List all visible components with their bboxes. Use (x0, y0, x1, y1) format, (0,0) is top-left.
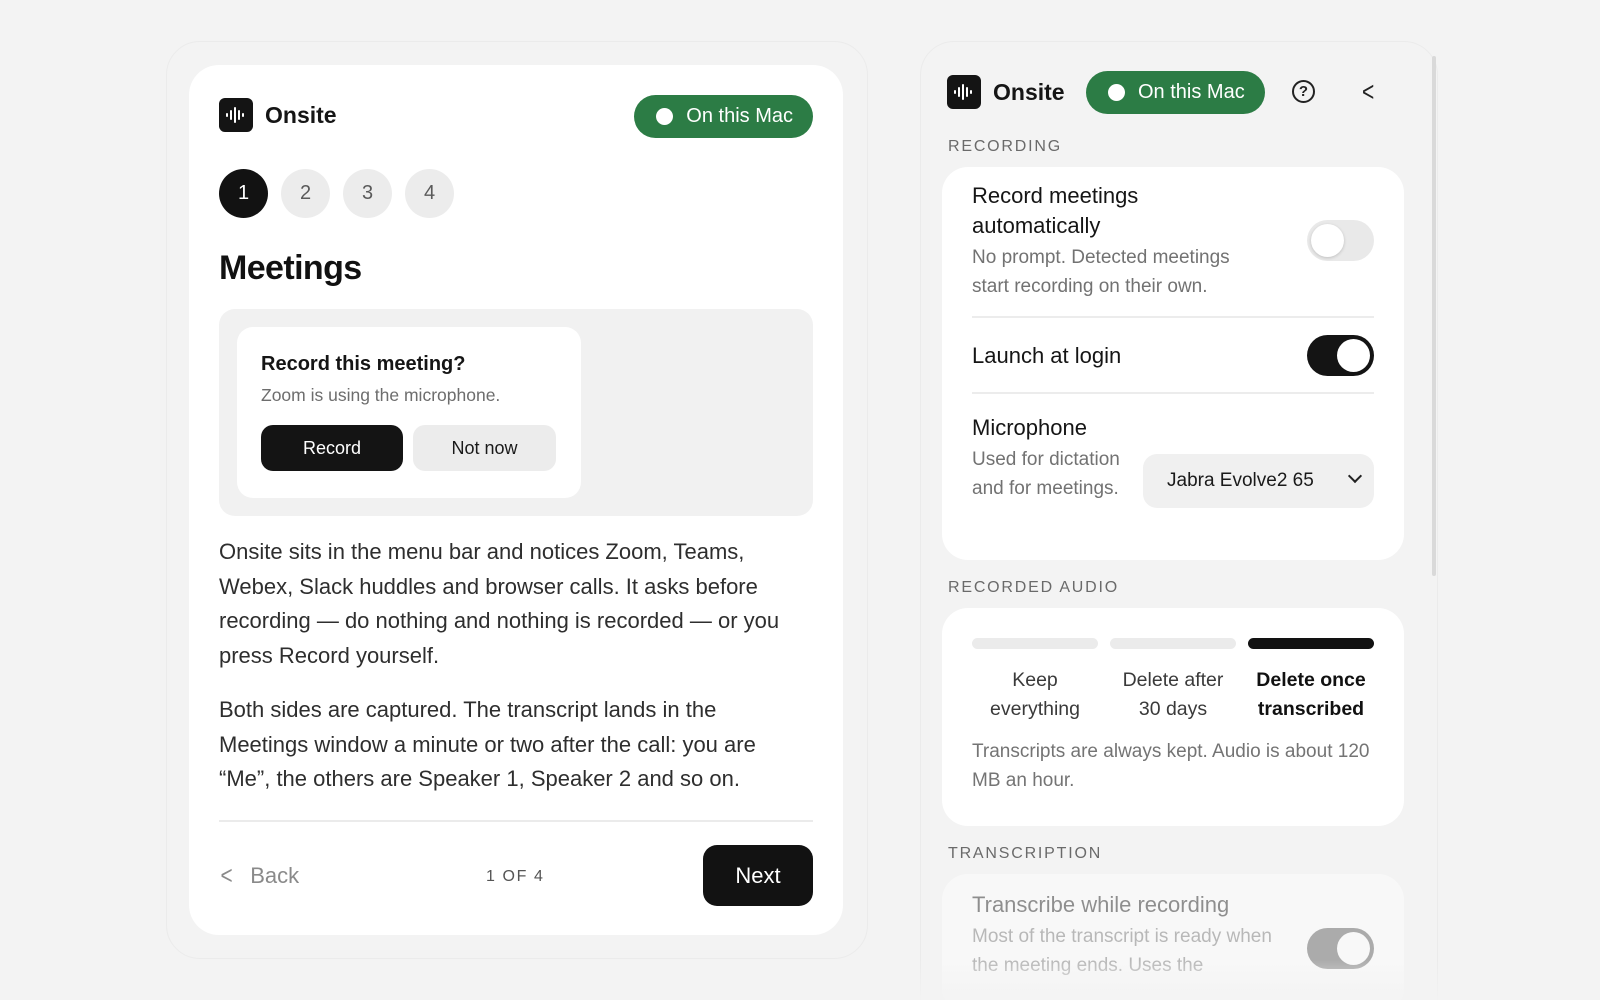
microphone-subtitle: Used for dictation and for meetings. (972, 449, 1120, 499)
launch-at-login-title: Launch at login (972, 343, 1122, 368)
microphone-title: Microphone (972, 415, 1087, 440)
toggle-knob (1337, 339, 1370, 372)
waveform-icon (947, 75, 981, 109)
badge-label: On this Mac (1138, 81, 1245, 103)
auto-record-title: Record meetings automatically (972, 183, 1139, 238)
audio-retention-note: Transcripts are always kept. Audio is ab… (972, 741, 1370, 791)
retention-option-30-days[interactable]: Delete after 30 days (1110, 666, 1236, 724)
settings-header: Onsite (947, 75, 1065, 109)
retention-option-delete-transcribed[interactable]: Delete once transcribed (1248, 666, 1374, 724)
chevron-down-icon (1347, 468, 1363, 484)
back-button[interactable]: < Back (219, 860, 300, 891)
chevron-left-icon[interactable]: < (1362, 76, 1374, 108)
status-dot-icon (1108, 84, 1125, 101)
toggle-knob (1311, 224, 1344, 257)
badge-label: On this Mac (686, 105, 793, 127)
section-label-transcription: TRANSCRIPTION (948, 845, 1103, 862)
page-indicator: 1 OF 4 (486, 868, 545, 885)
record-button[interactable]: Record (261, 425, 403, 471)
not-now-button[interactable]: Not now (413, 425, 556, 471)
section-label-recording: RECORDING (948, 138, 1062, 155)
microphone-selected-value: Jabra Evolve2 65 (1167, 470, 1314, 491)
step-1[interactable]: 1 (219, 169, 268, 218)
footer-divider (219, 820, 813, 822)
app-name: Onsite (265, 101, 337, 128)
page-title: Meetings (219, 249, 362, 287)
transcribe-while-recording-title: Transcribe while recording (972, 892, 1230, 917)
divider (972, 392, 1374, 394)
recorded-audio-card: Keep everything Delete after 30 days Del… (942, 608, 1404, 826)
retention-option-bar[interactable] (1110, 638, 1236, 649)
next-button[interactable]: Next (703, 845, 813, 906)
prompt-title: Record this meeting? (261, 353, 466, 375)
record-prompt-card: Record this meeting? Zoom is using the m… (237, 327, 581, 498)
scrollbar[interactable] (1432, 56, 1436, 576)
prompt-subtitle: Zoom is using the microphone. (261, 385, 501, 405)
step-4[interactable]: 4 (405, 169, 454, 218)
waveform-icon (219, 98, 253, 132)
section-label-recorded-audio: RECORDED AUDIO (948, 579, 1119, 596)
auto-record-toggle[interactable] (1307, 220, 1374, 261)
retention-option-bar[interactable] (972, 638, 1098, 649)
retention-option-bar[interactable] (1248, 638, 1374, 649)
microphone-select[interactable]: Jabra Evolve2 65 (1143, 454, 1374, 508)
scroll-fade (920, 960, 1438, 1000)
help-icon[interactable]: ? (1292, 80, 1315, 103)
retention-option-keep[interactable]: Keep everything (972, 666, 1098, 724)
status-dot-icon (656, 108, 674, 125)
divider (972, 316, 1374, 318)
back-label: Back (250, 862, 300, 888)
step-2[interactable]: 2 (281, 169, 330, 218)
recording-settings-card: Record meetings automatically No prompt.… (942, 167, 1404, 560)
launch-at-login-toggle[interactable] (1307, 335, 1374, 376)
retention-segmented-control (972, 638, 1374, 649)
onboarding-card: Onsite On this Mac 1 2 3 4 Meetings Reco… (189, 65, 843, 935)
description-paragraph-1: Onsite sits in the menu bar and notices … (219, 539, 780, 668)
on-this-mac-badge: On this Mac (634, 95, 813, 138)
step-indicator: 1 2 3 4 (219, 169, 454, 218)
auto-record-subtitle: No prompt. Detected meetings start recor… (972, 247, 1230, 297)
prompt-preview: Record this meeting? Zoom is using the m… (219, 309, 813, 516)
description-paragraph-2: Both sides are captured. The transcript … (219, 697, 756, 791)
app-name: Onsite (993, 78, 1065, 105)
retention-options: Keep everything Delete after 30 days Del… (972, 666, 1374, 724)
on-this-mac-badge: On this Mac (1086, 71, 1265, 114)
app-header: Onsite (219, 98, 337, 132)
chevron-left-icon: < (220, 860, 233, 890)
step-3[interactable]: 3 (343, 169, 392, 218)
